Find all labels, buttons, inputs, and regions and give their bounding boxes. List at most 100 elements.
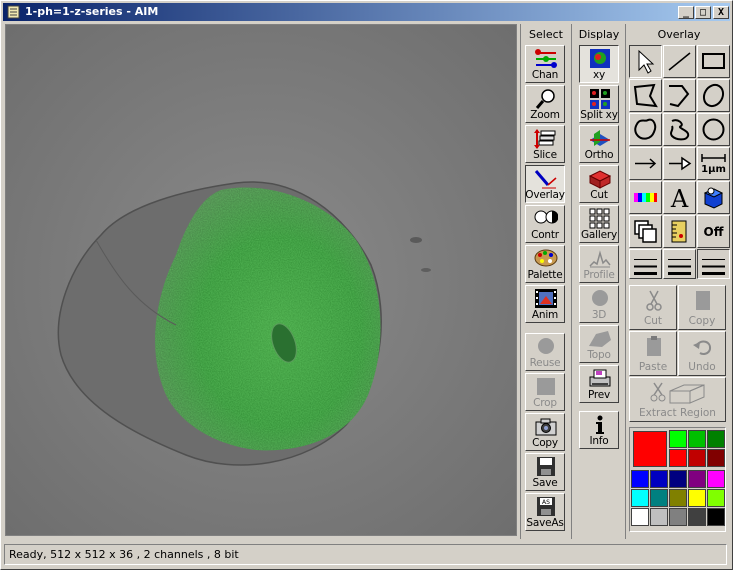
rectangle-icon [702,53,725,69]
color-swatch[interactable] [688,508,706,526]
color-swatch[interactable] [669,508,687,526]
color-swatch[interactable] [631,470,649,488]
copy-layers-tool[interactable] [629,215,662,248]
line-width-thin-button[interactable] [629,249,662,279]
save-button[interactable]: Save [525,453,565,491]
cut-view-button[interactable]: Cut [579,165,619,203]
info-icon [596,415,604,434]
color-swatch[interactable] [688,489,706,507]
copy-overlay-label: Copy [688,315,716,327]
scale-bar-tool[interactable]: 1µm [697,147,730,180]
line-tool[interactable] [663,45,696,78]
polygon-tool[interactable] [629,79,662,112]
color-swatch[interactable] [669,489,687,507]
info-label: Info [589,435,609,447]
color-swatch[interactable] [631,508,649,526]
split-xy-label: Split xy [580,109,618,121]
color-bar-tool[interactable] [629,181,662,214]
extract-region-button[interactable]: Extract Region [629,377,726,422]
arrowhead-line-tool[interactable] [663,147,696,180]
color-cube-tool[interactable] [697,181,730,214]
color-swatch[interactable] [669,449,687,467]
arrow-pointer-icon [638,49,655,74]
select-pointer-tool[interactable] [629,45,662,78]
palette-label: Palette [527,269,563,281]
color-cube-icon [703,187,724,209]
slice-label: Slice [533,149,557,161]
info-button[interactable]: Info [579,411,619,449]
open-freehand-tool[interactable] [663,113,696,146]
copy-image-button[interactable]: Copy [525,413,565,451]
color-swatch[interactable] [669,430,687,448]
image-viewer[interactable] [5,24,517,536]
color-swatch[interactable] [707,489,725,507]
magnifier-icon [535,89,555,109]
gallery-button[interactable]: Gallery [579,205,619,243]
minimize-button[interactable]: _ [678,6,694,19]
color-swatch[interactable] [688,430,706,448]
color-swatch[interactable] [669,470,687,488]
topo-button[interactable]: Topo [579,325,619,363]
undo-arrow-icon [693,340,712,355]
close-button[interactable]: X [713,6,729,19]
color-swatch[interactable] [707,430,725,448]
cut-overlay-label: Cut [643,315,663,327]
color-swatch[interactable] [707,470,725,488]
ruler-tool[interactable] [663,215,696,248]
line-width-medium-button[interactable] [663,249,696,279]
maximize-button[interactable]: □ [695,6,711,19]
prev-button[interactable]: Prev [579,365,619,403]
closed-freehand-tool[interactable] [629,113,662,146]
chan-button[interactable]: Chan [525,45,565,83]
palette-button[interactable]: Palette [525,245,565,283]
slice-button[interactable]: Slice [525,125,565,163]
saveas-button[interactable]: AS SaveAs [525,493,565,531]
text-tool[interactable]: A [663,181,696,214]
color-swatch[interactable] [631,489,649,507]
arrow-line-icon [635,158,657,169]
xy-icon [590,49,610,68]
profile-button[interactable]: Profile [579,245,619,283]
circle-tool[interactable] [697,113,730,146]
anim-label: Anim [531,309,559,321]
crop-button[interactable]: Crop [525,373,565,411]
paste-overlay-button[interactable]: Paste [629,331,677,376]
overlay-button[interactable]: Overlay [525,165,565,203]
3d-button[interactable]: 3D [579,285,619,323]
color-swatch[interactable] [688,470,706,488]
cut-overlay-button[interactable]: Cut [629,285,677,330]
chan-label: Chan [531,69,559,81]
closed-freehand-icon [634,118,657,140]
overlay-label: Overlay [525,189,565,201]
zoom-button[interactable]: Zoom [525,85,565,123]
reuse-button[interactable]: Reuse [525,333,565,371]
copy-overlay-button[interactable]: Copy [678,285,726,330]
off-icon: Off [704,225,724,239]
polyline-tool[interactable] [663,79,696,112]
undo-button[interactable]: Undo [678,331,726,376]
line-width-thick-button[interactable] [697,249,730,279]
arrow-line-tool[interactable] [629,147,662,180]
overlay-off-button[interactable]: Off [697,215,730,248]
channels-icon [535,49,557,68]
color-swatch[interactable] [650,508,668,526]
ruler-icon [671,220,687,243]
color-swatch[interactable] [707,508,725,526]
ellipse-tool[interactable] [697,79,730,112]
color-swatch[interactable] [650,489,668,507]
anim-button[interactable]: Anim [525,285,565,323]
rectangle-tool[interactable] [697,45,730,78]
color-swatch[interactable] [650,470,668,488]
xy-button[interactable]: xy [579,45,619,83]
split-xy-button[interactable]: Split xy [579,85,619,123]
status-bar: Ready, 512 x 512 x 36 , 2 channels , 8 b… [4,544,727,565]
current-color-swatch[interactable] [633,431,667,467]
color-swatch[interactable] [688,449,706,467]
overlay-pen-icon [534,170,557,189]
contr-button[interactable]: Contr [525,205,565,243]
display-header: Display [578,28,620,41]
color-swatch[interactable] [707,449,725,467]
ortho-button[interactable]: Ortho [579,125,619,163]
scissors-icon [646,290,662,311]
3d-label: 3D [591,309,607,321]
